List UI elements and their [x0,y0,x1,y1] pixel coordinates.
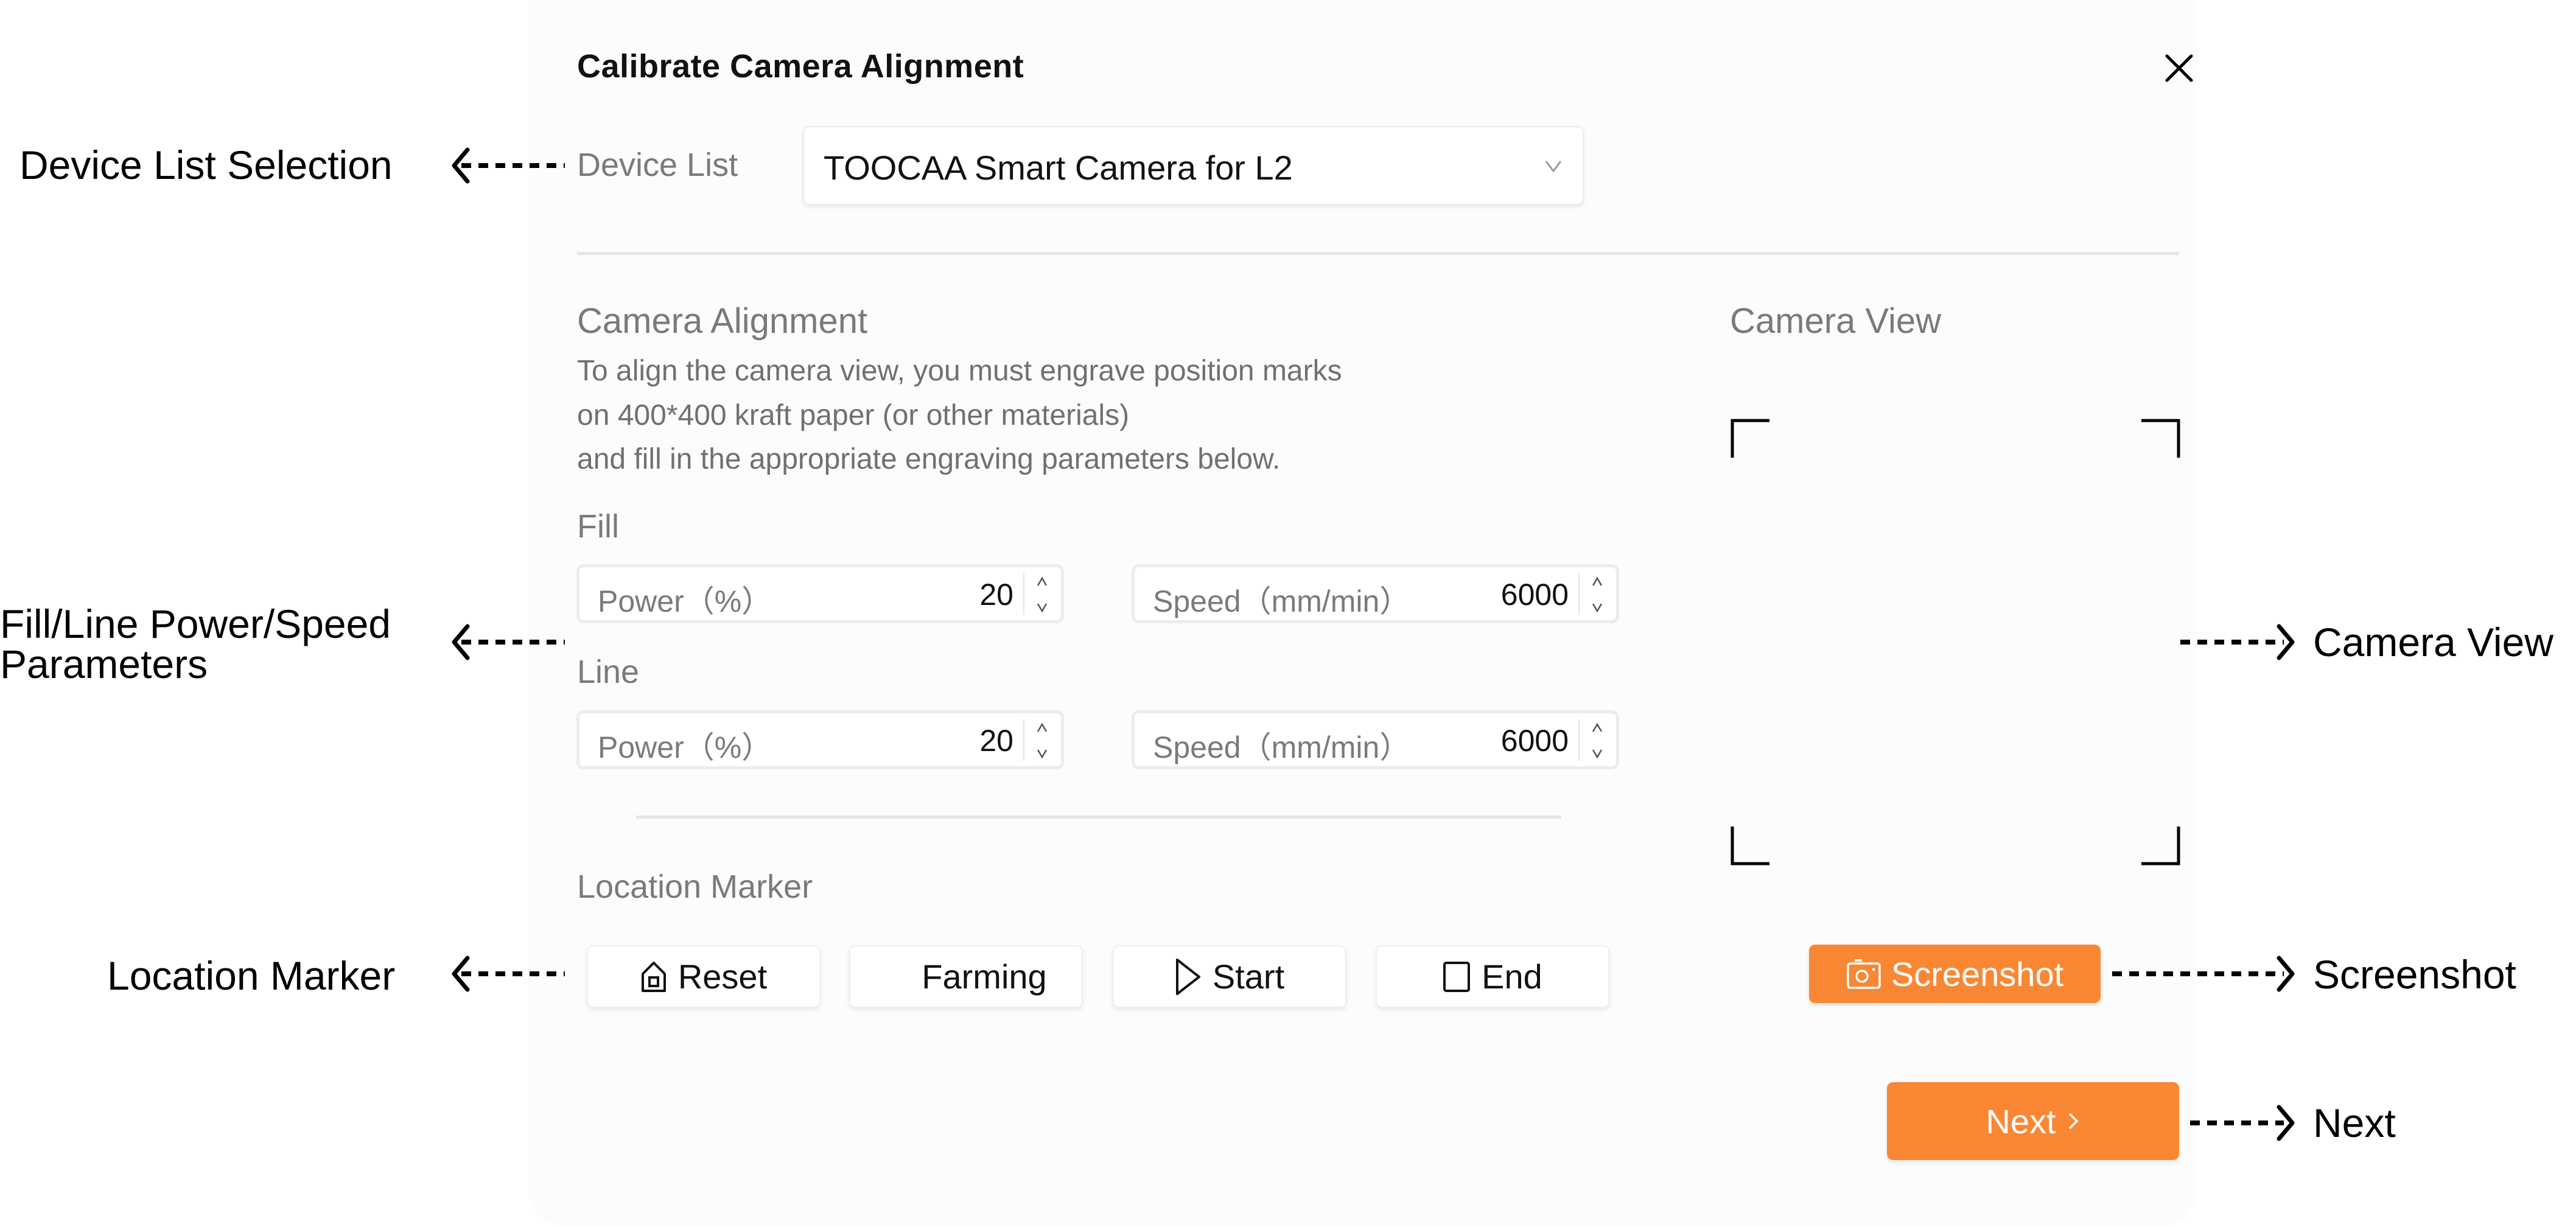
frame-corner-top-left [1731,419,1769,458]
arrow-left-icon [452,956,565,992]
reset-label: Reset [677,957,768,996]
spinner-divider [1578,573,1580,615]
close-button[interactable] [2162,51,2196,85]
arrow-right-icon [2112,956,2295,992]
alignment-description-line: To align the camera view, you must engra… [577,355,1342,387]
screenshot-button[interactable]: Screenshot [1809,945,2101,1003]
fill-label: Fill [577,508,619,545]
chevron-right-icon [2068,1113,2079,1130]
farming-button[interactable]: Farming [849,945,1083,1008]
fill-power-label: Power（%） [598,584,772,618]
end-label: End [1482,957,1542,996]
chevron-down-icon [1545,161,1562,173]
device-list-selected-value: TOOCAA Smart Camera for L2 [824,149,1293,187]
reset-button[interactable]: Reset [587,945,821,1008]
fill-power-value[interactable]: 20 [979,577,1013,612]
location-marker-heading: Location Marker [577,869,813,905]
increment-icon[interactable] [1032,717,1052,740]
header-divider [577,252,2179,255]
line-label: Line [577,654,640,690]
line-speed-input[interactable]: Speed（mm/min） 6000 [1132,710,1619,769]
arrow-left-icon [452,624,565,660]
arrow-left-icon [452,147,565,184]
fill-speed-label: Speed（mm/min） [1153,584,1410,618]
spinner-divider [1578,719,1580,761]
fill-speed-input[interactable]: Speed（mm/min） 6000 [1132,564,1619,623]
camera-icon [1847,959,1881,989]
start-button[interactable]: Start [1113,945,1346,1008]
annotation-location-marker: Location Marker [107,953,396,998]
end-button[interactable]: End [1376,945,1609,1008]
line-power-input[interactable]: Power（%） 20 [576,710,1064,769]
camera-alignment-heading: Camera Alignment [577,301,868,341]
alignment-description-line: on 400*400 kraft paper (or other materia… [577,399,1130,432]
start-label: Start [1212,957,1285,996]
spinner-divider [1023,573,1024,615]
fill-speed-value[interactable]: 6000 [1501,577,1569,612]
device-list-label: Device List [577,147,738,183]
decrement-icon[interactable] [1587,741,1608,764]
next-button[interactable]: Next [1887,1082,2179,1160]
decrement-icon[interactable] [1032,741,1052,764]
fill-power-input[interactable]: Power（%） 20 [576,564,1064,623]
annotation-parameters-line1: Fill/Line Power/Speed [0,601,391,646]
home-icon [641,961,666,992]
dialog-title: Calibrate Camera Alignment [577,48,1024,85]
increment-icon[interactable] [1032,571,1052,594]
line-speed-value[interactable]: 6000 [1501,723,1569,758]
annotation-screenshot: Screenshot [2313,952,2516,997]
stop-icon [1443,961,1471,992]
frame-corner-bottom-right [2141,827,2180,865]
arrow-right-icon [2190,1105,2295,1141]
play-icon [1175,958,1200,995]
line-speed-label: Speed（mm/min） [1153,730,1410,764]
annotation-parameters-line2: Parameters [0,641,208,687]
decrement-icon[interactable] [1032,595,1052,618]
increment-icon[interactable] [1587,571,1608,594]
section-divider [636,816,1561,819]
line-power-value[interactable]: 20 [979,723,1013,758]
frame-corner-top-right [2141,419,2180,458]
increment-icon[interactable] [1587,717,1608,740]
line-power-label: Power（%） [598,730,772,764]
annotation-device-list: Device List Selection [19,142,393,187]
close-icon [2165,54,2193,82]
frame-corner-bottom-left [1731,827,1769,865]
next-label: Next [1986,1102,2056,1141]
arrow-right-icon [2180,624,2295,660]
screenshot-label: Screenshot [1891,954,2064,993]
spinner-divider [1023,719,1024,761]
farming-label: Farming [922,957,1047,996]
decrement-icon[interactable] [1587,595,1608,618]
annotation-camera-view: Camera View [2313,620,2553,665]
device-list-dropdown[interactable]: TOOCAA Smart Camera for L2 [803,126,1584,205]
alignment-description-line: and fill in the appropriate engraving pa… [577,443,1281,475]
camera-view-frame [1731,419,2180,865]
camera-view-heading: Camera View [1730,301,1942,341]
annotation-next: Next [2313,1100,2396,1145]
